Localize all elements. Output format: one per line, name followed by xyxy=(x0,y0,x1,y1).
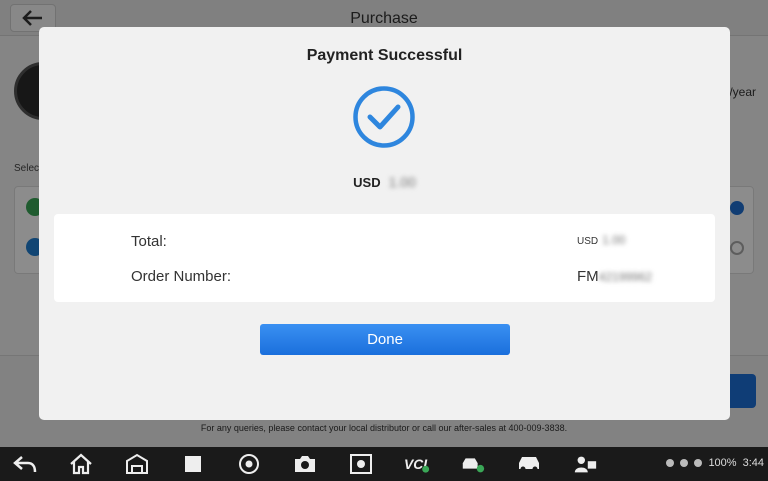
system-navigation-bar: VCI 100% 3:44 xyxy=(0,447,768,481)
brightness-icon[interactable] xyxy=(348,452,374,476)
amount-currency: USD xyxy=(353,174,381,190)
order-number-rest: 42199962 xyxy=(598,270,653,284)
success-check-icon xyxy=(353,86,415,148)
nav-icons: VCI xyxy=(12,452,598,476)
vci-icon[interactable]: VCI xyxy=(404,452,430,476)
location-icon xyxy=(680,459,689,467)
camera-icon[interactable] xyxy=(292,452,318,476)
wifi-icon xyxy=(694,459,703,467)
amount-value: 1.00 xyxy=(388,174,416,190)
recent-apps-icon[interactable] xyxy=(180,452,206,476)
amount-row: USD 1.00 xyxy=(39,174,730,190)
shop-icon[interactable] xyxy=(124,452,150,476)
status-bar: 100% 3:44 xyxy=(666,457,764,469)
notification-icon xyxy=(666,459,675,467)
chrome-icon[interactable] xyxy=(236,452,262,476)
battery-level: 100% xyxy=(708,457,737,469)
total-value: USD 1.00 xyxy=(577,233,625,247)
remote-support-icon[interactable] xyxy=(572,452,598,476)
dialog-title: Payment Successful xyxy=(306,47,463,64)
order-number-label: Order Number: xyxy=(131,268,232,285)
total-amount: 1.00 xyxy=(602,233,626,247)
done-button[interactable]: Done xyxy=(260,324,510,355)
clock: 3:44 xyxy=(742,457,764,469)
home-icon[interactable] xyxy=(68,452,94,476)
total-label: Total: xyxy=(131,233,167,250)
back-icon[interactable] xyxy=(12,452,38,476)
payment-details: Total: USD 1.00 Order Number: FM 42199962 xyxy=(54,214,715,302)
car-icon[interactable] xyxy=(516,452,542,476)
vehicle-connect-icon[interactable] xyxy=(460,452,486,476)
total-currency: USD xyxy=(577,236,599,247)
payment-success-dialog: Payment Successful USD 1.00 Total: USD 1… xyxy=(39,27,730,420)
order-number-value: FM 42199962 xyxy=(577,268,652,285)
order-prefix: FM xyxy=(577,268,599,285)
total-row: Total: USD 1.00 xyxy=(54,231,715,255)
order-number-row: Order Number: FM 42199962 xyxy=(54,266,715,290)
